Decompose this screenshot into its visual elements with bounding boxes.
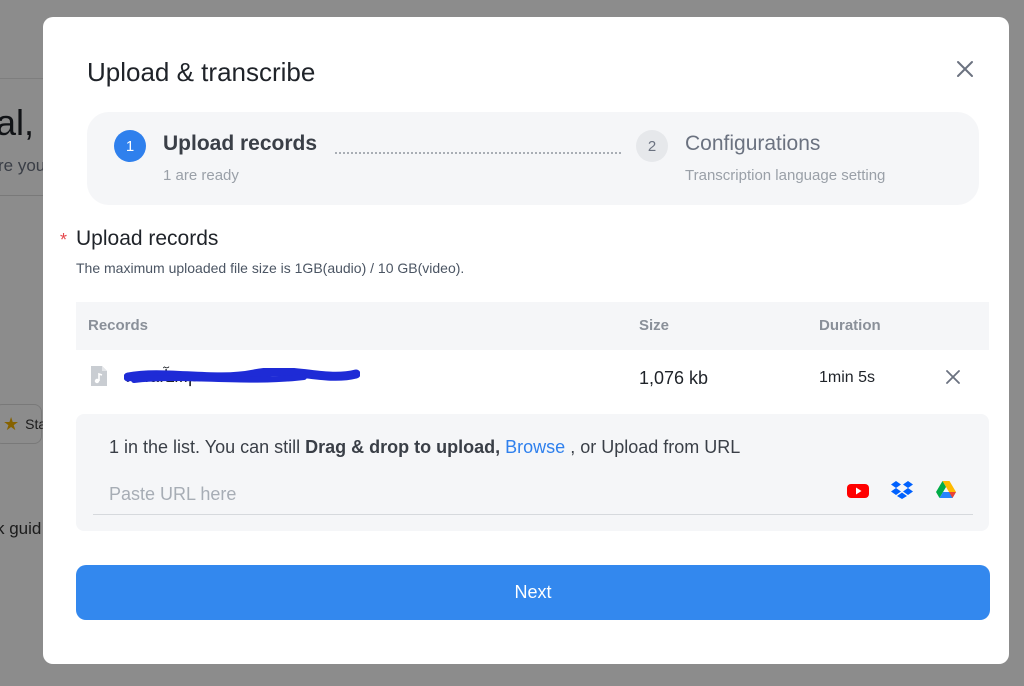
dropzone-count-text: 1 in the list. You can still (109, 437, 306, 457)
step-2-subtitle: Transcription language setting (685, 167, 886, 184)
step-1-subtitle: 1 are ready (163, 167, 239, 184)
file-size: 1,076 kb (639, 368, 709, 388)
next-button[interactable]: Next (76, 565, 990, 620)
step-2-number: 2 (636, 130, 668, 162)
step-connector (335, 152, 621, 154)
browse-link[interactable]: Browse (505, 437, 565, 457)
dropzone-drag-text: Drag & drop to upload, (305, 437, 501, 457)
step-2-title: Configurations (685, 132, 821, 155)
modal-title: Upload & transcribe (87, 57, 316, 87)
stepper: 1 Upload records 1 are ready 2 Configura… (87, 112, 979, 205)
table-row: م...ـآ.m4a 1,076 kb 1min 5s (76, 350, 989, 408)
header-records: Records (88, 317, 149, 334)
dropbox-icon[interactable] (890, 478, 914, 502)
redaction-mark (124, 368, 360, 383)
table-header: Records Size Duration (76, 302, 989, 350)
upload-transcribe-modal: Upload & transcribe 1 Upload records 1 a… (43, 17, 1009, 664)
youtube-icon[interactable] (846, 478, 870, 502)
header-size: Size (639, 317, 670, 334)
audio-file-icon (89, 365, 109, 387)
close-icon[interactable] (953, 57, 977, 81)
header-duration: Duration (819, 317, 881, 334)
file-duration: 1min 5s (819, 369, 876, 386)
step-1-number: 1 (114, 130, 146, 162)
google-drive-icon[interactable] (934, 478, 958, 502)
upload-size-limit: The maximum uploaded file size is 1GB(au… (76, 260, 465, 276)
required-mark: * (60, 230, 68, 250)
upload-records-title: Upload records (76, 227, 219, 250)
url-input[interactable] (93, 475, 973, 515)
dropzone-suffix-text: , or Upload from URL (570, 437, 741, 457)
upload-dropzone[interactable]: 1 in the list. You can still Drag & drop… (76, 414, 989, 531)
step-1-title: Upload records (163, 132, 318, 155)
dropzone-text: 1 in the list. You can still Drag & drop… (109, 437, 740, 458)
remove-record-icon[interactable] (943, 367, 963, 387)
records-table: Records Size Duration م...ـآ.m4a 1,076 k… (76, 302, 989, 408)
